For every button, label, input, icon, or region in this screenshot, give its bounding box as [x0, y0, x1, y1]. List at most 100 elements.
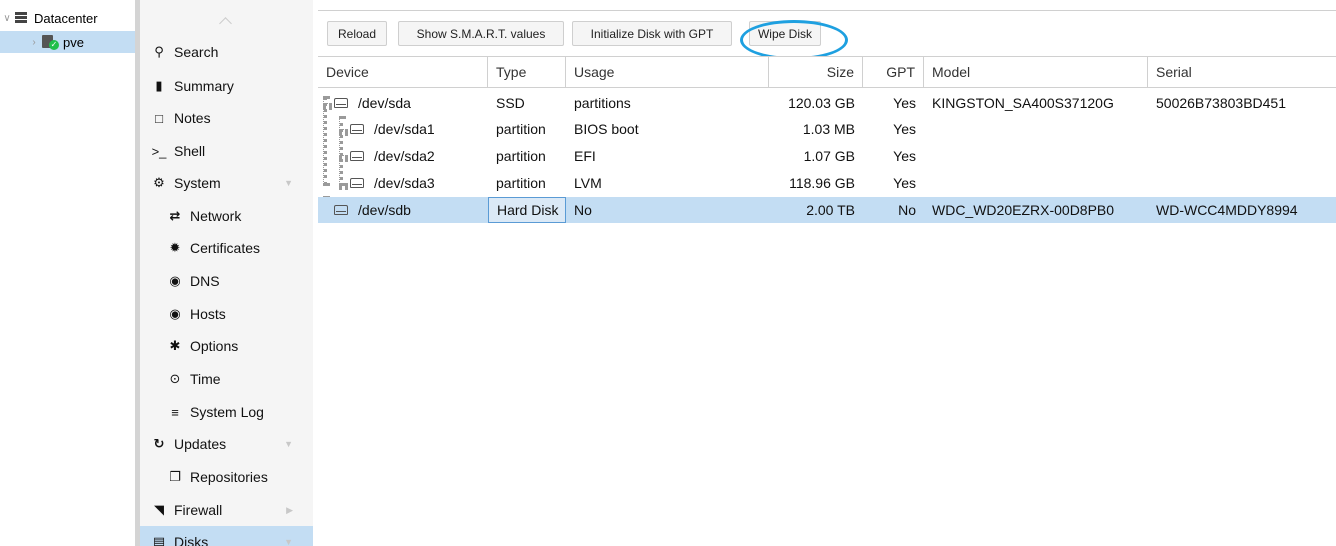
menu-item-label: Updates — [174, 436, 227, 452]
menu-item-search[interactable]: ⚲ Search — [140, 36, 313, 68]
column-header-type[interactable]: Type — [488, 57, 566, 88]
datacenter-icon — [14, 11, 28, 25]
menu-item-system-log[interactable]: ≡ System Log — [140, 396, 313, 428]
node-config-menu: ⚲ Search ▮ Summary □ Notes >_ Shell ⚙ Sy… — [140, 0, 313, 546]
size-cell: 118.96 GB — [789, 175, 855, 191]
files-icon: ❐ — [169, 469, 181, 484]
device-cell: /dev/sda1 — [318, 116, 488, 142]
menu-item-options[interactable]: ✱ Options — [140, 330, 313, 362]
table-row[interactable]: /dev/sda SSD partitions 120.03 GB Yes KI… — [318, 90, 1336, 116]
list-icon: ≡ — [171, 404, 179, 420]
menu-item-label: Firewall — [174, 502, 223, 518]
menu-item-system[interactable]: ⚙ System ▼ — [140, 167, 313, 199]
menu-item-updates[interactable]: ↻ Updates ▼ — [140, 428, 313, 460]
menu-item-dns[interactable]: ◉ DNS — [140, 265, 313, 297]
model-cell — [924, 170, 1148, 196]
chevron-right-icon: ▶ — [286, 504, 293, 515]
refresh-icon: ↻ — [153, 436, 165, 451]
column-header-device[interactable]: Device — [318, 57, 488, 88]
menu-item-label: Summary — [174, 78, 234, 94]
menu-item-firewall[interactable]: ◥ Firewall ▶ — [140, 494, 313, 526]
type-cell: Hard Disk — [488, 197, 566, 223]
tree-item-label: pve — [63, 34, 84, 50]
size-cell: 1.07 GB — [803, 148, 855, 164]
menu-item-certificates[interactable]: ✹ Certificates — [140, 232, 313, 264]
reload-button[interactable]: Reload — [327, 21, 387, 46]
tree-item-pve[interactable]: › ✓ pve — [0, 31, 135, 53]
grid-header: Device Type Usage Size GPT Model Serial — [318, 56, 1336, 88]
usage-cell: BIOS boot — [574, 121, 639, 137]
collapse-arrow-icon[interactable]: ∨ — [0, 13, 14, 24]
table-row[interactable]: /dev/sda2 partition EFI 1.07 GB Yes — [318, 143, 1336, 169]
table-row[interactable]: /dev/sda3 partition LVM 118.96 GB Yes — [318, 170, 1336, 196]
tree-item-label: Datacenter — [34, 10, 98, 26]
menu-item-label: Disks — [174, 534, 209, 546]
column-header-size[interactable]: Size — [769, 57, 863, 88]
device-cell: /dev/sda3 — [318, 170, 488, 196]
model-cell — [924, 143, 1148, 169]
device-cell: /dev/sdb — [318, 197, 488, 223]
tree-item-datacenter[interactable]: ∨ Datacenter — [0, 7, 135, 29]
chevron-down-icon: ▼ — [284, 537, 293, 546]
initialize-disk-gpt-button[interactable]: Initialize Disk with GPT — [572, 21, 732, 46]
globe-icon: ◉ — [169, 306, 181, 321]
menu-item-summary[interactable]: ▮ Summary — [140, 70, 313, 102]
model-cell: KINGSTON_SA400S37120G — [932, 95, 1114, 111]
gpt-cell: Yes — [893, 175, 916, 191]
shield-icon: ◥ — [154, 502, 164, 517]
type-cell: partition — [496, 148, 546, 164]
model-cell — [924, 116, 1148, 142]
menu-item-shell[interactable]: >_ Shell — [140, 135, 313, 167]
menu-item-repositories[interactable]: ❐ Repositories — [140, 461, 313, 493]
chevron-down-icon: ▼ — [284, 178, 293, 188]
book-icon: ▮ — [155, 78, 163, 93]
type-cell: SSD — [496, 95, 525, 111]
wipe-disk-button[interactable]: Wipe Disk — [749, 21, 821, 46]
clock-icon: ⊙ — [169, 371, 181, 386]
menu-item-label: System Log — [190, 404, 264, 420]
menu-item-label: Options — [190, 338, 239, 354]
menu-item-label: System — [174, 175, 221, 191]
serial-cell: WD-WCC4MDDY8994 — [1156, 202, 1298, 218]
column-header-serial[interactable]: Serial — [1148, 57, 1336, 88]
disks-panel: Reload Show S.M.A.R.T. values Initialize… — [318, 0, 1336, 546]
chevron-down-icon: ▼ — [284, 439, 293, 449]
type-cell: partition — [496, 121, 546, 137]
search-icon: ⚲ — [154, 44, 164, 59]
terminal-icon: >_ — [151, 143, 167, 159]
table-row[interactable]: /dev/sda1 partition BIOS boot 1.03 MB Ye… — [318, 116, 1336, 142]
note-icon: □ — [155, 110, 163, 126]
expand-arrow-icon[interactable]: › — [27, 37, 41, 48]
hdd-icon — [334, 98, 348, 108]
gpt-cell: Yes — [893, 121, 916, 137]
menu-item-hosts[interactable]: ◉ Hosts — [140, 298, 313, 330]
hdd-icon — [350, 151, 364, 161]
menu-item-disks[interactable]: ▤ Disks ▼ — [140, 526, 313, 546]
column-header-model[interactable]: Model — [924, 57, 1148, 88]
menu-item-notes[interactable]: □ Notes — [140, 102, 313, 134]
proxmox-window: ∨ Datacenter › ✓ pve ⚲ Search ▮ Summary … — [0, 0, 1336, 546]
table-row-selected[interactable]: /dev/sdb Hard Disk No 2.00 TB No WDC_WD2… — [318, 197, 1336, 223]
menu-item-label: Certificates — [190, 240, 261, 256]
gears-icon: ⚙ — [153, 175, 165, 190]
menu-item-label: Time — [190, 371, 221, 387]
menu-item-label: Search — [174, 44, 219, 60]
serial-cell — [1148, 170, 1336, 196]
device-cell: /dev/sda — [318, 90, 488, 116]
column-header-usage[interactable]: Usage — [566, 57, 769, 88]
menu-item-label: DNS — [190, 273, 220, 289]
menu-item-label: Notes — [174, 110, 211, 126]
scroll-up-icon[interactable] — [219, 17, 233, 25]
globe-icon: ◉ — [169, 273, 181, 288]
hdd-icon — [350, 178, 364, 188]
size-cell: 2.00 TB — [806, 202, 855, 218]
menu-item-network[interactable]: ⇄ Network — [140, 200, 313, 232]
exchange-icon: ⇄ — [169, 208, 181, 223]
menu-item-time[interactable]: ⊙ Time — [140, 363, 313, 395]
column-header-gpt[interactable]: GPT — [863, 57, 924, 88]
menu-item-label: Network — [190, 208, 242, 224]
hdd-icon: ▤ — [152, 534, 166, 546]
size-cell: 120.03 GB — [788, 95, 855, 111]
show-smart-values-button[interactable]: Show S.M.A.R.T. values — [398, 21, 564, 46]
usage-cell: EFI — [574, 148, 596, 164]
